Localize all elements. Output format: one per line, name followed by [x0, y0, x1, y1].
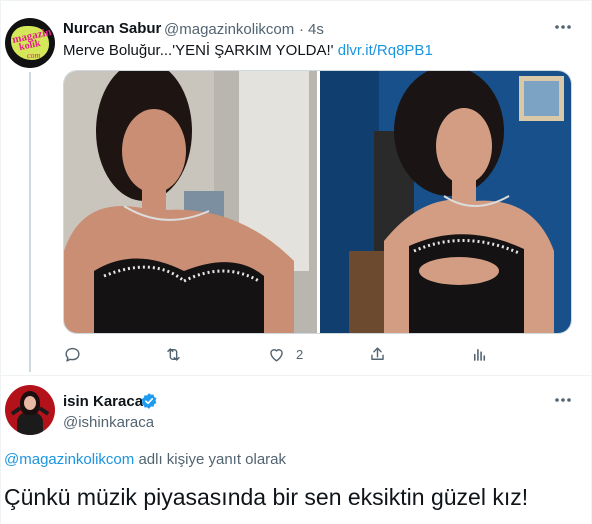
- tweet-photo[interactable]: [63, 70, 572, 334]
- avatar-logo-text: com: [27, 51, 41, 60]
- avatar[interactable]: [5, 385, 55, 435]
- tweet-body: Merve Boluğur...'YENİ ŞARKIM YOLDA!': [63, 42, 334, 59]
- tweet-thread: magazin kolik com Nurcan Sabur @magazink…: [0, 0, 592, 524]
- retweet-button[interactable]: [164, 343, 183, 365]
- divider: [1, 375, 591, 376]
- reply-button[interactable]: [63, 343, 82, 365]
- author-name[interactable]: Nurcan Sabur: [63, 20, 161, 37]
- reply-mention-link[interactable]: @magazinkolikcom: [4, 451, 134, 468]
- share-button[interactable]: [368, 343, 387, 365]
- tweet-link[interactable]: dlvr.it/Rq8PB1: [338, 42, 433, 59]
- more-icon[interactable]: [552, 389, 574, 411]
- retweet-icon: [167, 347, 180, 361]
- author-handle[interactable]: @magazinkolikcom: [164, 21, 294, 38]
- tweet-text: Merve Boluğur...'YENİ ŞARKIM YOLDA!' dlv…: [63, 42, 433, 59]
- avatar[interactable]: magazin kolik com: [5, 18, 55, 68]
- author-name[interactable]: isin Karaca: [63, 393, 143, 410]
- photo-image: [64, 71, 571, 333]
- replying-to: @magazinkolikcom adlı kişiye yanıt olara…: [4, 451, 286, 468]
- analytics-button[interactable]: [470, 343, 489, 365]
- separator: ·: [299, 21, 304, 38]
- like-button[interactable]: 2: [267, 343, 303, 365]
- like-count: 2: [296, 346, 304, 362]
- reply-icon: [65, 347, 80, 362]
- divider: [1, 0, 591, 1]
- tweet-time[interactable]: 4s: [308, 21, 324, 38]
- tweet-text: Çünkü müzik piyasasında bir sen eksiktin…: [4, 484, 529, 510]
- share-icon: [371, 346, 384, 360]
- like-icon: [270, 348, 283, 362]
- analytics-icon: [473, 348, 486, 361]
- reply-to-label: adlı kişiye yanıt olarak: [134, 451, 287, 468]
- thread-connector: [29, 72, 31, 372]
- verified-icon: [141, 393, 157, 409]
- author-handle[interactable]: @ishinkaraca: [63, 414, 154, 431]
- more-icon[interactable]: [552, 16, 574, 38]
